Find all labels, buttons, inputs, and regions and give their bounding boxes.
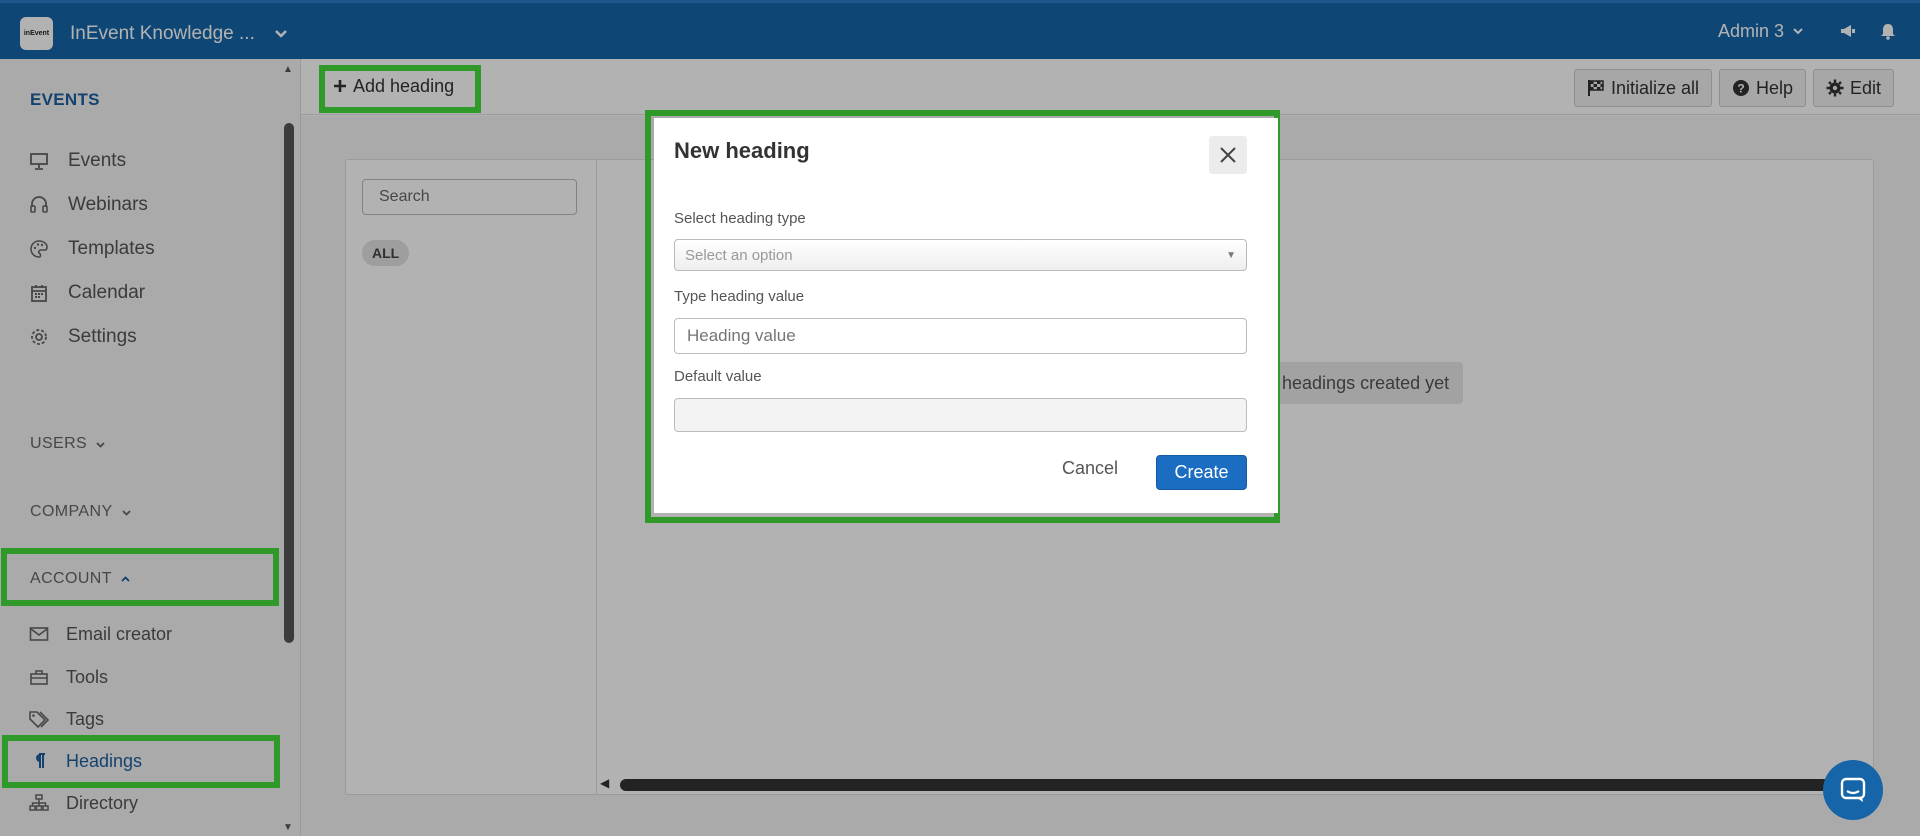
chat-bubble-icon [1840, 777, 1866, 802]
highlight-headings-item [2, 735, 280, 788]
heading-type-label: Select heading type [674, 210, 806, 227]
heading-value-label: Type heading value [674, 288, 805, 305]
create-button[interactable]: Create [1156, 455, 1247, 490]
close-icon [1220, 147, 1236, 163]
cancel-button[interactable]: Cancel [1062, 458, 1118, 479]
chat-launcher-button[interactable] [1823, 760, 1883, 820]
select-placeholder: Select an option [685, 246, 793, 264]
heading-value-input[interactable] [674, 318, 1247, 354]
new-heading-modal: New heading Select heading type Select a… [654, 118, 1278, 513]
close-button[interactable] [1209, 136, 1247, 174]
modal-title: New heading [674, 138, 810, 163]
heading-type-select[interactable]: Select an option ▼ [674, 239, 1247, 271]
default-value-label: Default value [674, 368, 762, 385]
highlight-add-heading [319, 65, 481, 113]
caret-down-icon: ▼ [1226, 249, 1236, 261]
default-value-input[interactable] [674, 398, 1247, 432]
highlight-account-group [1, 548, 279, 606]
